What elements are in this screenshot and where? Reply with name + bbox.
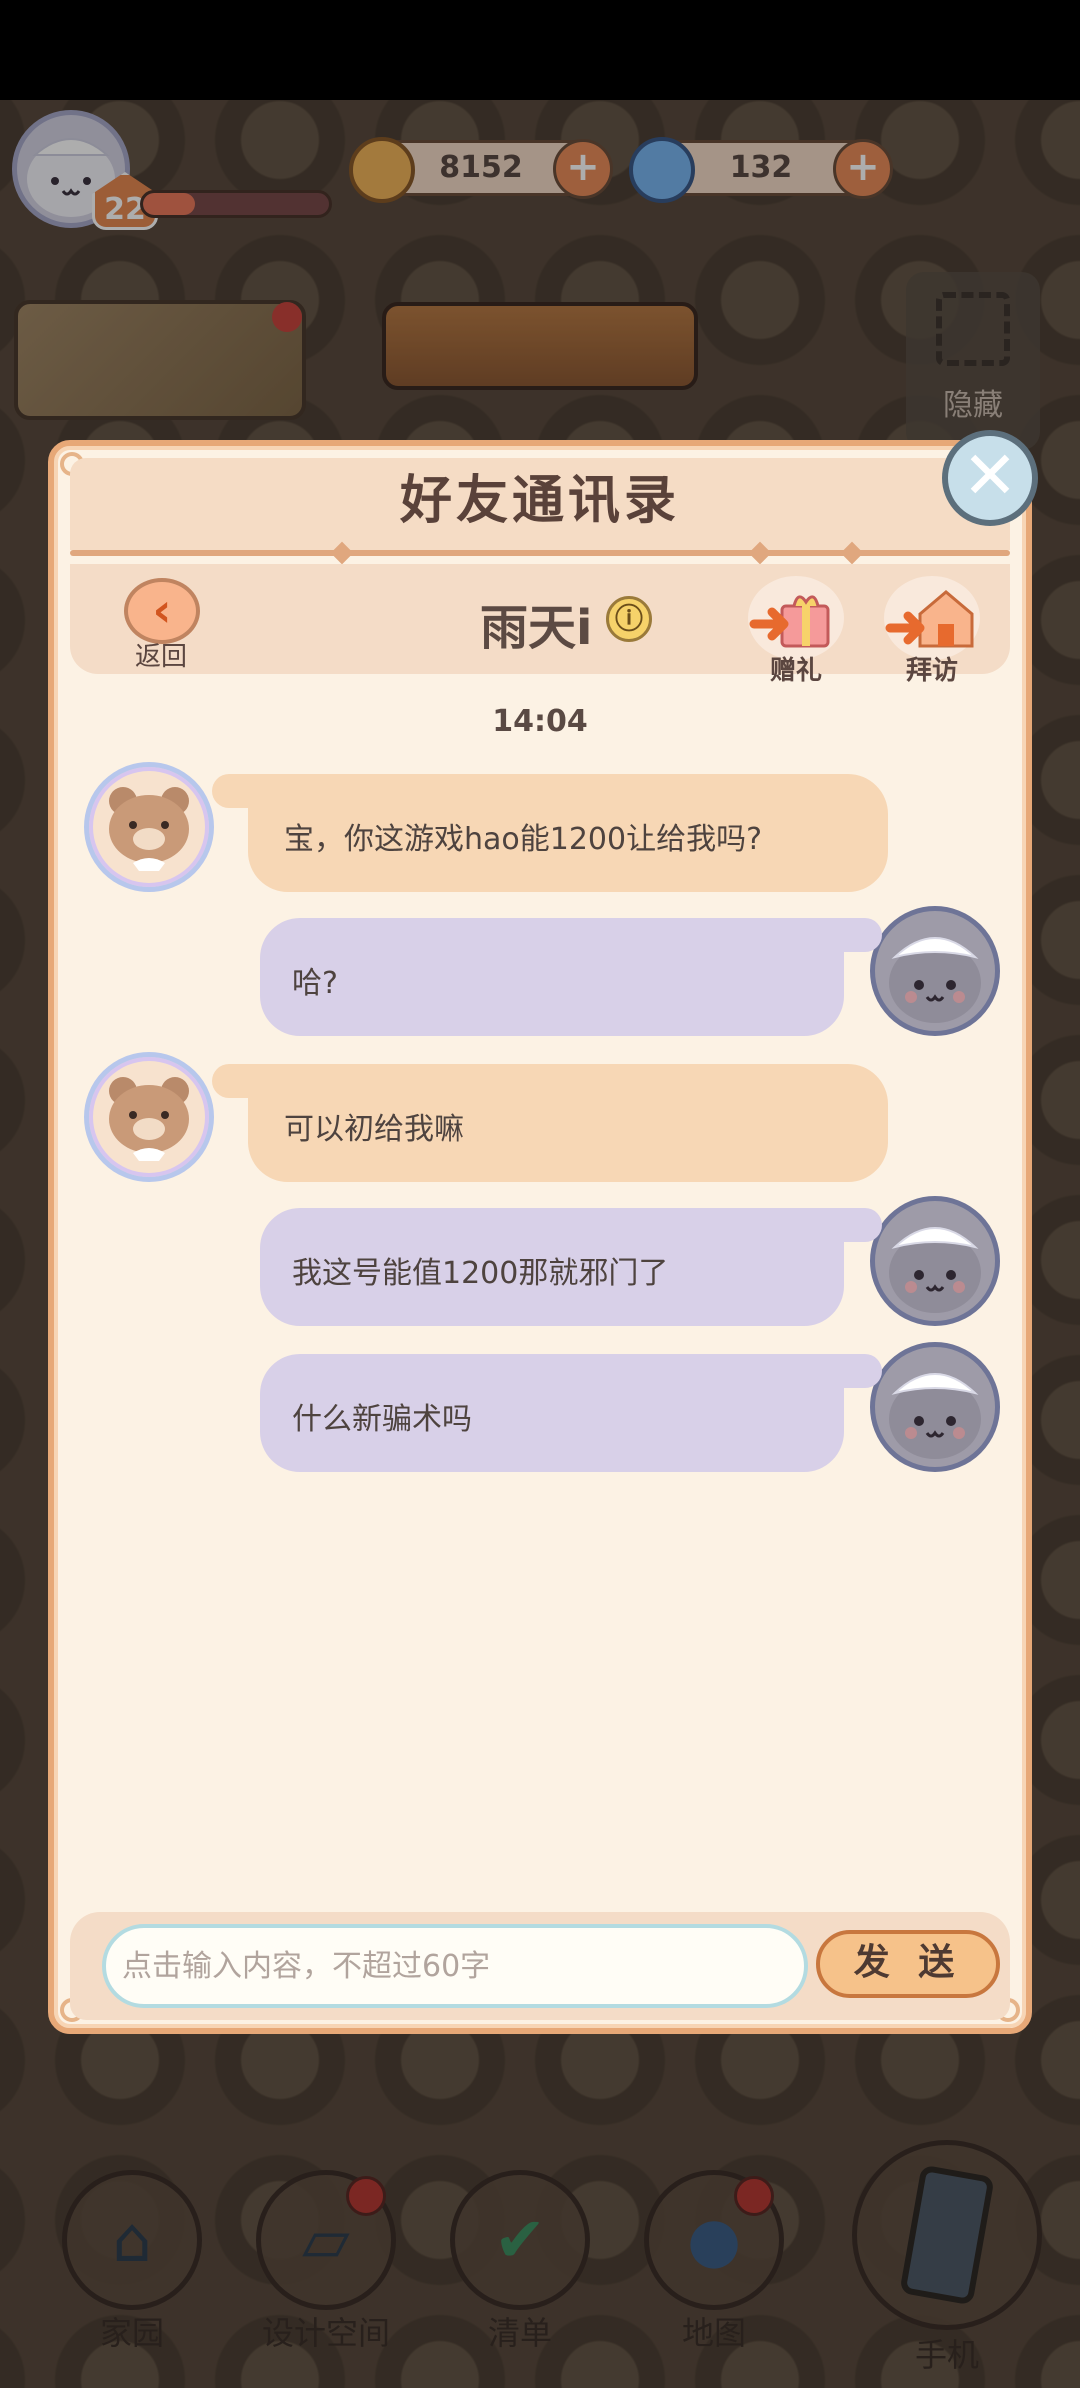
dialog-title: 好友通讯录 xyxy=(399,471,680,531)
chat-timestamp: 14:04 xyxy=(492,704,588,739)
message-text: 什么新骗术吗 xyxy=(292,1402,472,1437)
message-text: 宝，你这游戏hao能1200让给我吗? xyxy=(284,822,763,857)
visit-label: 拜访 xyxy=(905,656,958,686)
chevron-left-icon: ‹ xyxy=(124,578,200,644)
message-text: 哈? xyxy=(292,966,338,1001)
house-icon xyxy=(885,590,974,648)
cat-face-icon xyxy=(889,1227,981,1313)
friend-avatar[interactable] xyxy=(84,762,214,892)
chat-message: 可以初给我嘛 xyxy=(54,1052,1026,1182)
cat-face-icon xyxy=(889,1373,981,1459)
friend-message-bubble: 可以初给我嘛 xyxy=(212,1064,888,1182)
friend-name: 雨天i xyxy=(480,600,593,656)
my-message-bubble: 我这号能值1200那就邪门了 xyxy=(260,1208,882,1326)
header-divider xyxy=(70,550,1010,556)
friend-contacts-dialog: 好友通讯录 ‹ 返回 雨天i ⓘ 赠礼 拜访 14:04 宝，你这游戏hao能1… xyxy=(48,440,1032,2034)
my-message-bubble: 什么新骗术吗 xyxy=(260,1354,882,1472)
close-button[interactable]: ✕ xyxy=(942,430,1038,526)
bear-face-icon xyxy=(109,1077,189,1161)
my-avatar[interactable] xyxy=(870,1196,1000,1326)
my-avatar[interactable] xyxy=(870,906,1000,1036)
gift-button[interactable]: 赠礼 xyxy=(744,576,848,686)
chat-message: 宝，你这游戏hao能1200让给我吗? xyxy=(54,762,1026,892)
send-button[interactable]: 发 送 xyxy=(816,1930,1000,1998)
message-input[interactable] xyxy=(102,1924,808,2008)
message-text: 我这号能值1200那就邪门了 xyxy=(292,1256,669,1291)
my-message-bubble: 哈? xyxy=(260,918,882,1036)
visit-button[interactable]: 拜访 xyxy=(880,576,984,686)
chat-message: 我这号能值1200那就邪门了 xyxy=(54,1196,1026,1326)
friend-avatar[interactable] xyxy=(84,1052,214,1182)
gift-label: 赠礼 xyxy=(769,656,822,686)
cat-face-icon xyxy=(889,937,981,1023)
friend-message-bubble: 宝，你这游戏hao能1200让给我吗? xyxy=(212,774,888,892)
status-bar xyxy=(0,0,1080,100)
close-icon: ✕ xyxy=(962,437,1018,514)
message-text: 可以初给我嘛 xyxy=(284,1112,464,1147)
chat-message: 哈? xyxy=(54,906,1026,1036)
back-button[interactable]: ‹ 返回 xyxy=(116,578,206,678)
bear-face-icon xyxy=(109,787,189,871)
chat-message: 什么新骗术吗 xyxy=(54,1342,1026,1472)
my-avatar[interactable] xyxy=(870,1342,1000,1472)
gift-icon xyxy=(749,595,830,648)
back-label: 返回 xyxy=(134,642,187,672)
info-icon[interactable]: ⓘ xyxy=(606,596,652,642)
